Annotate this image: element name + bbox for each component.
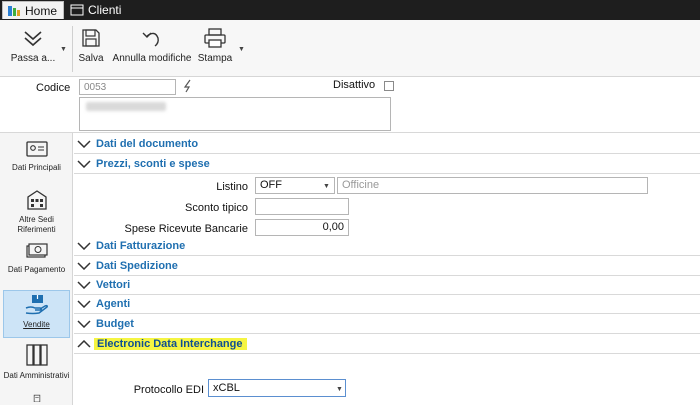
home-app-icon <box>7 5 21 17</box>
save-icon <box>82 29 100 47</box>
listino-dropdown-arrow[interactable]: ▼ <box>323 183 330 190</box>
section-title: Dati del documento <box>96 138 199 150</box>
spese-ricevute-field[interactable]: 0,00 <box>255 219 349 236</box>
id-card-icon <box>25 141 48 157</box>
section-edi[interactable]: Electronic Data Interchange <box>74 335 700 354</box>
tab-home-label: Home <box>25 3 58 18</box>
nav-label: Altre Sedi Riferimenti <box>17 215 56 234</box>
chevron-down-icon <box>77 320 91 328</box>
nav-item-partial[interactable] <box>3 394 70 405</box>
codice-field[interactable]: 0053 <box>79 79 176 95</box>
section-title: Dati Spedizione <box>96 260 178 272</box>
section-budget[interactable]: Budget <box>74 315 700 334</box>
stampa-dropdown-arrow[interactable]: ▼ <box>238 46 245 53</box>
nav-item-dati-principali[interactable]: Dati Principali <box>3 139 70 183</box>
section-vettori[interactable]: Vettori <box>74 276 700 295</box>
salva-button[interactable]: Salva <box>76 24 106 72</box>
nav-label: Dati Pagamento <box>7 265 66 274</box>
passa-a-label: Passa a... <box>10 53 56 64</box>
section-dati-documento[interactable]: Dati del documento <box>74 135 700 154</box>
nav-item-vendite[interactable]: Vendite <box>3 290 70 338</box>
lightning-icon[interactable] <box>183 79 193 96</box>
chevron-down-icon <box>77 140 91 148</box>
listino-description-field: Officine <box>337 177 648 194</box>
section-spedizione[interactable]: Dati Spedizione <box>74 257 700 276</box>
nav-label: Vendite <box>23 320 50 329</box>
spese-ricevute-label: Spese Ricevute Bancarie <box>124 223 248 235</box>
annulla-modifiche-button[interactable]: Annulla modifiche <box>110 24 194 72</box>
printer-icon <box>204 28 226 48</box>
window-tab-bar: Home Clienti <box>0 0 700 20</box>
section-title: Prezzi, sconti e spese <box>96 158 210 170</box>
passa-a-dropdown-arrow[interactable]: ▼ <box>60 46 67 53</box>
left-nav: Dati Principali Altre Sedi Riferimenti D… <box>0 133 73 405</box>
tab-clienti-label: Clienti <box>88 3 122 17</box>
chevron-down-icon <box>77 160 91 168</box>
stampa-button[interactable]: Stampa <box>196 24 234 72</box>
chevron-up-icon <box>77 340 91 348</box>
nav-item-dati-amministrativi[interactable]: Dati Amministrativi <box>3 343 70 389</box>
chevron-down-icon <box>77 242 91 250</box>
ribbon-separator <box>72 26 73 72</box>
listino-label: Listino <box>216 181 248 193</box>
descrizione-field[interactable] <box>79 97 391 131</box>
nav-label: Dati Principali <box>12 163 61 172</box>
nav-item-dati-pagamento[interactable]: Dati Pagamento <box>3 241 70 281</box>
section-title: Vettori <box>96 279 131 291</box>
sconto-tipico-label: Sconto tipico <box>185 202 248 214</box>
document-icon <box>33 394 40 402</box>
chevron-down-icon <box>77 262 91 270</box>
section-fatturazione[interactable]: Dati Fatturazione <box>74 237 700 256</box>
sconto-tipico-field[interactable] <box>255 198 349 215</box>
disattivo-checkbox[interactable] <box>384 81 394 91</box>
ribbon-toolbar: Passa a... ▼ Salva Annulla modifiche Sta… <box>0 20 700 77</box>
section-title-highlighted: Electronic Data Interchange <box>94 338 247 350</box>
chevron-down-icon <box>77 300 91 308</box>
codice-label: Codice <box>36 82 71 94</box>
protocollo-edi-label: Protocollo EDI <box>133 384 204 396</box>
section-agenti[interactable]: Agenti <box>74 295 700 314</box>
section-title: Budget <box>96 318 134 330</box>
nav-item-altre-sedi[interactable]: Altre Sedi Riferimenti <box>3 189 70 235</box>
clients-window-icon <box>70 4 84 16</box>
double-chevron-down-icon <box>24 31 42 47</box>
disattivo-label: Disattivo <box>333 79 376 91</box>
main-panel: Dati del documento Prezzi, sconti e spes… <box>74 133 700 405</box>
box-hand-icon <box>25 295 48 315</box>
record-header: Codice 0053 Disattivo <box>0 77 700 133</box>
section-title: Agenti <box>96 298 131 310</box>
undo-icon <box>142 32 159 47</box>
protocollo-edi-select[interactable]: xCBL <box>208 379 346 397</box>
blurred-name-text <box>86 102 166 111</box>
binders-icon <box>25 344 48 366</box>
section-prezzi[interactable]: Prezzi, sconti e spese <box>74 155 700 174</box>
annulla-modifiche-label: Annulla modifiche <box>112 53 192 64</box>
money-icon <box>25 243 48 258</box>
chevron-down-icon <box>77 281 91 289</box>
stampa-label: Stampa <box>197 53 233 64</box>
building-icon <box>26 190 47 210</box>
salva-label: Salva <box>78 53 104 64</box>
nav-label: Dati Amministrativi <box>3 371 70 380</box>
passa-a-button[interactable]: Passa a... <box>8 24 58 72</box>
tab-home[interactable]: Home <box>2 1 65 19</box>
tab-clienti[interactable]: Clienti <box>66 1 128 19</box>
section-title: Dati Fatturazione <box>96 240 186 252</box>
protocollo-edi-dropdown-arrow[interactable]: ▼ <box>336 386 343 393</box>
